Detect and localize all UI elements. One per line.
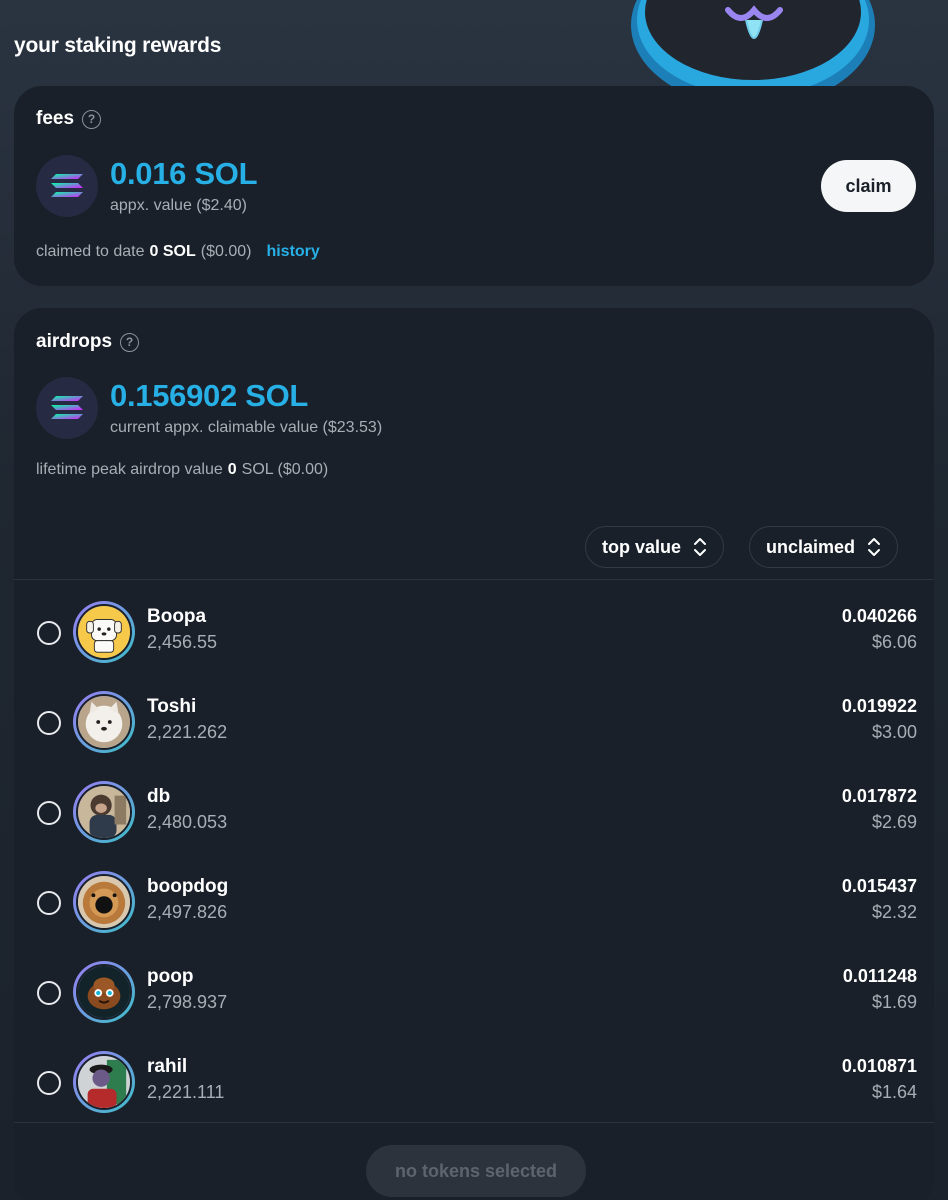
solana-icon (36, 377, 98, 439)
fees-card: fees ? 0.016 SOL appx. value ($2.40) cla… (14, 86, 934, 286)
peak-prefix: lifetime peak airdrop value (36, 461, 223, 478)
token-sol-value: 0.011248 (842, 966, 917, 986)
sort-label: top value (602, 536, 682, 557)
fees-approx-value: appx. value ($2.40) (110, 197, 247, 214)
token-amount: 2,456.55 (147, 632, 218, 652)
select-radio[interactable] (37, 891, 61, 915)
rahil-avatar-icon (78, 1056, 130, 1108)
divider (14, 1122, 934, 1123)
peak-amount: 0 (227, 461, 237, 478)
token-name: poop (147, 966, 194, 987)
chevron-up-down-icon (694, 538, 707, 556)
boopa-avatar-icon (78, 606, 130, 658)
token-sol-value: 0.015437 (841, 876, 917, 896)
token-row[interactable]: Boopa 2,456.55 0.040266 $6.06 (14, 588, 934, 678)
token-usd-value: $2.69 (871, 812, 917, 832)
sort-dropdown[interactable]: top value (585, 526, 725, 568)
token-amount: 2,221.111 (147, 1082, 225, 1102)
token-row[interactable]: Toshi 2,221.262 0.019922 $3.00 (14, 678, 934, 768)
peak-suffix: SOL ($0.00) (241, 461, 329, 478)
help-icon[interactable]: ? (120, 332, 140, 352)
token-amount: 2,221.262 (147, 722, 228, 742)
claim-button[interactable]: claim (821, 160, 916, 212)
token-usd-value: $3.00 (871, 722, 917, 742)
select-radio[interactable] (37, 711, 61, 735)
token-sol-value: 0.010871 (841, 1056, 917, 1076)
avatar (73, 691, 135, 753)
page-title: your staking rewards (14, 34, 222, 57)
token-name: Toshi (147, 696, 197, 717)
airdrops-card: airdrops ? 0.156902 SOL current appx. cl… (14, 308, 934, 1200)
claimed-amount: 0 SOL (149, 243, 196, 260)
token-name: rahil (147, 1056, 188, 1077)
token-sol-value: 0.040266 (841, 606, 917, 626)
airdrops-approx-value: current appx. claimable value ($23.53) (110, 419, 383, 436)
solana-icon (36, 155, 98, 217)
token-amount: 2,480.053 (147, 812, 228, 832)
fees-header: fees ? (36, 108, 102, 130)
token-usd-value: $1.69 (871, 992, 917, 1012)
token-row[interactable]: db 2,480.053 0.017872 $2.69 (14, 768, 934, 858)
token-name: Boopa (147, 606, 207, 627)
airdrops-header: airdrops ? (36, 331, 140, 353)
claim-selected-button[interactable]: no tokens selected (366, 1145, 586, 1197)
filter-label: unclaimed (766, 536, 856, 557)
claimed-prefix: claimed to date (36, 243, 145, 260)
fees-amount: 0.016 SOL (110, 156, 258, 191)
claimed-to-date: claimed to date 0 SOL ($0.00) history (36, 243, 320, 261)
token-usd-value: $1.64 (871, 1082, 917, 1102)
db-avatar-icon (78, 786, 130, 838)
avatar (73, 871, 135, 933)
token-sol-value: 0.019922 (841, 696, 917, 716)
chevron-up-down-icon (868, 538, 881, 556)
token-row[interactable]: poop 2,798.937 0.011248 $1.69 (14, 948, 934, 1038)
airdrops-amount: 0.156902 SOL (110, 378, 309, 413)
token-amount: 2,497.826 (147, 902, 228, 922)
history-link[interactable]: history (266, 243, 319, 261)
token-sol-value: 0.017872 (841, 786, 917, 806)
select-radio[interactable] (37, 981, 61, 1005)
token-usd-value: $6.06 (871, 632, 917, 652)
token-amount: 2,798.937 (147, 992, 228, 1012)
lifetime-peak: lifetime peak airdrop value 0 SOL ($0.00… (36, 461, 328, 479)
help-icon[interactable]: ? (82, 109, 102, 129)
boopdog-avatar-icon (78, 876, 130, 928)
avatar (73, 781, 135, 843)
airdrops-heading: airdrops (36, 331, 113, 352)
claimed-usd: ($0.00) (200, 243, 252, 260)
filter-dropdown[interactable]: unclaimed (749, 526, 899, 568)
fees-heading: fees (36, 108, 75, 129)
token-row[interactable]: boopdog 2,497.826 0.015437 $2.32 (14, 858, 934, 948)
token-row[interactable]: rahil 2,221.111 0.010871 $1.64 (14, 1038, 934, 1128)
select-radio[interactable] (37, 801, 61, 825)
token-name: db (147, 786, 171, 807)
avatar (73, 601, 135, 663)
select-radio[interactable] (37, 1071, 61, 1095)
divider (14, 579, 934, 580)
token-name: boopdog (147, 876, 229, 897)
select-radio[interactable] (37, 621, 61, 645)
token-usd-value: $2.32 (871, 902, 917, 922)
poop-avatar-icon (78, 966, 130, 1018)
toshi-avatar-icon (78, 696, 130, 748)
avatar (73, 961, 135, 1023)
avatar (73, 1051, 135, 1113)
